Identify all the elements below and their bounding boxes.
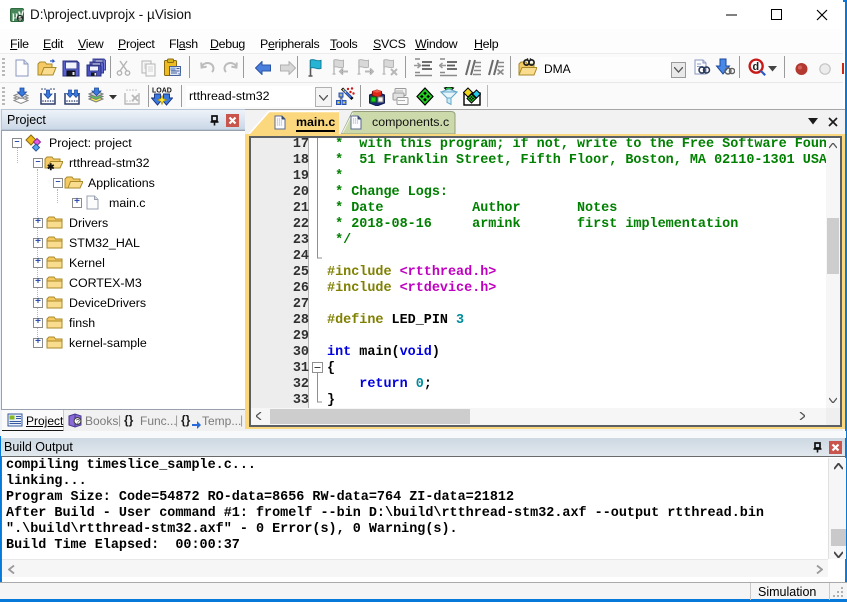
svg-text:d: d bbox=[753, 61, 760, 73]
svg-text:LOAD: LOAD bbox=[152, 88, 172, 95]
svg-text:µ: µ bbox=[12, 11, 18, 22]
svg-text:?: ? bbox=[76, 417, 80, 426]
svg-text:✱: ✱ bbox=[47, 162, 55, 171]
